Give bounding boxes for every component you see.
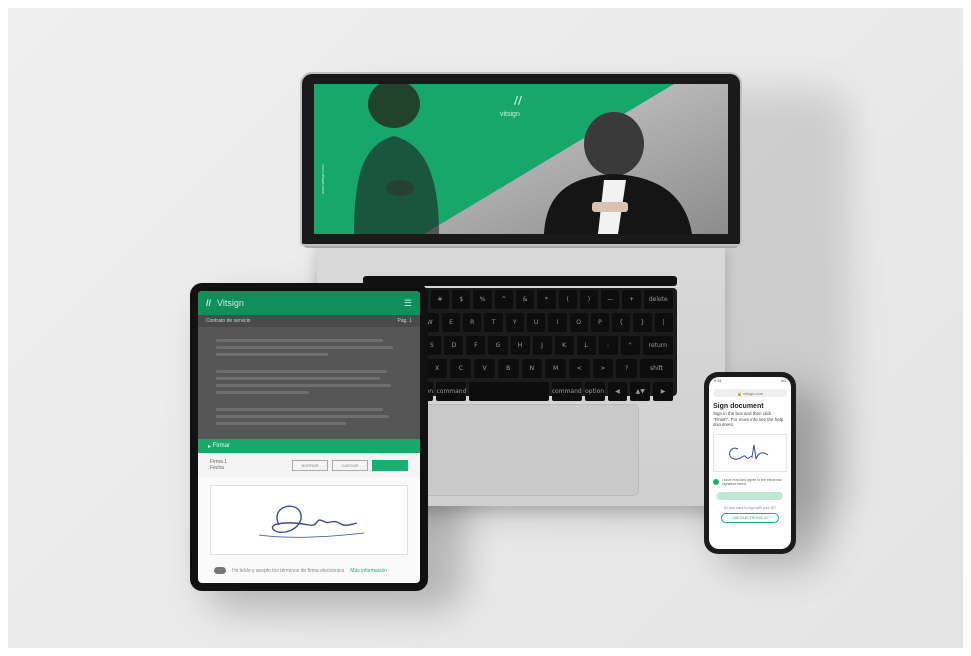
key[interactable]: V	[474, 359, 495, 378]
menu-icon[interactable]: ☰	[404, 298, 412, 309]
key[interactable]: ◀	[607, 382, 628, 401]
key[interactable]: B	[497, 359, 519, 378]
tablet-app-title: Vitsign	[217, 298, 244, 308]
key[interactable]: E	[441, 313, 461, 332]
phone-signature-stroke	[729, 444, 769, 460]
vitsign-logo-icon: //	[206, 298, 212, 308]
load-button[interactable]: CARGAR	[332, 459, 368, 471]
key[interactable]: X	[426, 359, 448, 378]
key[interactable]: command	[551, 382, 582, 401]
key[interactable]: ▶	[653, 382, 673, 401]
key[interactable]: command	[436, 382, 467, 401]
key[interactable]: D	[444, 336, 464, 355]
key[interactable]: ?	[616, 359, 637, 378]
key[interactable]: U	[526, 313, 546, 332]
key[interactable]: *	[537, 290, 556, 309]
checkbox-text: I have read and agree to the electronic …	[722, 477, 782, 486]
key[interactable]: +	[622, 290, 641, 309]
key[interactable]: <	[568, 359, 590, 378]
key[interactable]: option	[584, 382, 605, 401]
signature-panel: Firma 1 Fecha BORRAR CARGAR FIRMAR	[198, 453, 420, 477]
terms-toggle[interactable]	[214, 567, 226, 574]
sign-button[interactable]: FIRMAR	[372, 459, 408, 471]
signature-canvas[interactable]	[210, 485, 408, 555]
key[interactable]: >	[592, 359, 614, 378]
clear-button[interactable]: BORRAR	[292, 459, 328, 471]
key[interactable]: return	[642, 336, 674, 355]
tablet-subheader: Contrato de servicio Pág. 1	[198, 315, 420, 327]
key[interactable]: H	[510, 336, 530, 355]
key[interactable]: L	[576, 336, 596, 355]
signature-stroke	[258, 505, 365, 538]
key[interactable]: F	[466, 336, 486, 355]
key[interactable]: delete	[643, 290, 673, 309]
finish-button[interactable]	[717, 491, 783, 500]
laptop-brand-text: vitsign	[500, 111, 520, 118]
key[interactable]: shift	[639, 359, 674, 378]
key[interactable]: K	[554, 336, 574, 355]
key[interactable]: Y	[505, 313, 524, 332]
phone: 9:41 4G 🔒 vitsign.com Sign document Sign…	[704, 372, 796, 554]
sign-bar-label: Firmar	[212, 443, 231, 449]
trackpad	[405, 404, 639, 496]
key[interactable]: J	[532, 336, 552, 355]
product-scene: ~!@#$%^&*()—+deletetabQWERTYUIOP{}|capsA…	[0, 0, 971, 656]
key[interactable]: }	[633, 313, 652, 332]
phone-title: Sign document	[713, 403, 764, 410]
key[interactable]: I	[548, 313, 567, 332]
key[interactable]: P	[590, 313, 610, 332]
signature-meta: Fecha	[210, 465, 224, 471]
key[interactable]: —	[601, 290, 620, 309]
key[interactable]: G	[488, 336, 508, 355]
key[interactable]: R	[463, 313, 482, 332]
electronic-id-button[interactable]: USE ELECTRONIC ID	[721, 512, 779, 523]
tablet-subheader-left: Contrato de servicio	[206, 318, 251, 324]
key[interactable]: &	[515, 290, 535, 309]
phone-helper-text: Do you want to sign with your ID?	[723, 505, 777, 510]
url-bar[interactable]: 🔒 vitsign.com	[713, 389, 787, 397]
phone-subtitle: Sign in the box and then click "Finish".…	[713, 411, 784, 428]
key[interactable]: (	[558, 290, 577, 309]
terms-link[interactable]: Más información	[350, 568, 387, 574]
document-preview	[198, 327, 420, 439]
key[interactable]: "	[620, 336, 640, 355]
laptop-lid: // vitsign www.vitsign.com	[302, 74, 740, 244]
key[interactable]: N	[521, 359, 543, 378]
tablet-footer: He leído y acepto los términos de firma …	[198, 563, 420, 578]
tablet-subheader-right: Pág. 1	[397, 318, 412, 324]
key[interactable]: %	[473, 290, 492, 309]
url-text: vitsign.com	[743, 390, 764, 396]
key[interactable]: O	[569, 313, 588, 332]
phone-status-bar: 9:41 4G	[709, 377, 791, 389]
key[interactable]: )	[579, 290, 599, 309]
tablet: // Vitsign ☰ Contrato de servicio Pág. 1…	[190, 283, 428, 591]
terms-text: He leído y acepto los términos de firma …	[232, 567, 345, 574]
laptop-screen-art: // vitsign www.vitsign.com	[314, 84, 728, 234]
sign-bar[interactable]: ▸ Firmar	[198, 439, 420, 453]
key[interactable]	[469, 382, 549, 401]
key[interactable]: ▲▼	[630, 382, 651, 401]
phone-signature-canvas[interactable]	[713, 433, 787, 472]
checkbox-icon[interactable]	[713, 478, 719, 485]
laptop-screen: // vitsign www.vitsign.com	[314, 84, 728, 234]
status-signal: 4G	[780, 378, 786, 383]
key[interactable]: ^	[494, 290, 513, 309]
tablet-screen: // Vitsign ☰ Contrato de servicio Pág. 1…	[198, 291, 420, 583]
laptop-side-text: www.vitsign.com	[320, 164, 325, 194]
key[interactable]: C	[450, 359, 472, 378]
tablet-header: // Vitsign ☰	[198, 291, 420, 315]
key[interactable]: M	[545, 359, 566, 378]
key[interactable]: :	[598, 336, 618, 355]
lock-icon: 🔒	[736, 390, 742, 396]
key[interactable]: {	[612, 313, 631, 332]
laptop-logo-mark: //	[514, 94, 523, 107]
key[interactable]: $	[452, 290, 471, 309]
key[interactable]: |	[654, 313, 673, 332]
terms-checkbox-row[interactable]: I have read and agree to the electronic …	[713, 478, 787, 486]
key[interactable]: #	[430, 290, 450, 309]
status-time: 9:41	[714, 378, 722, 383]
phone-screen: 9:41 4G 🔒 vitsign.com Sign document Sign…	[709, 377, 791, 549]
key[interactable]: T	[484, 313, 503, 332]
